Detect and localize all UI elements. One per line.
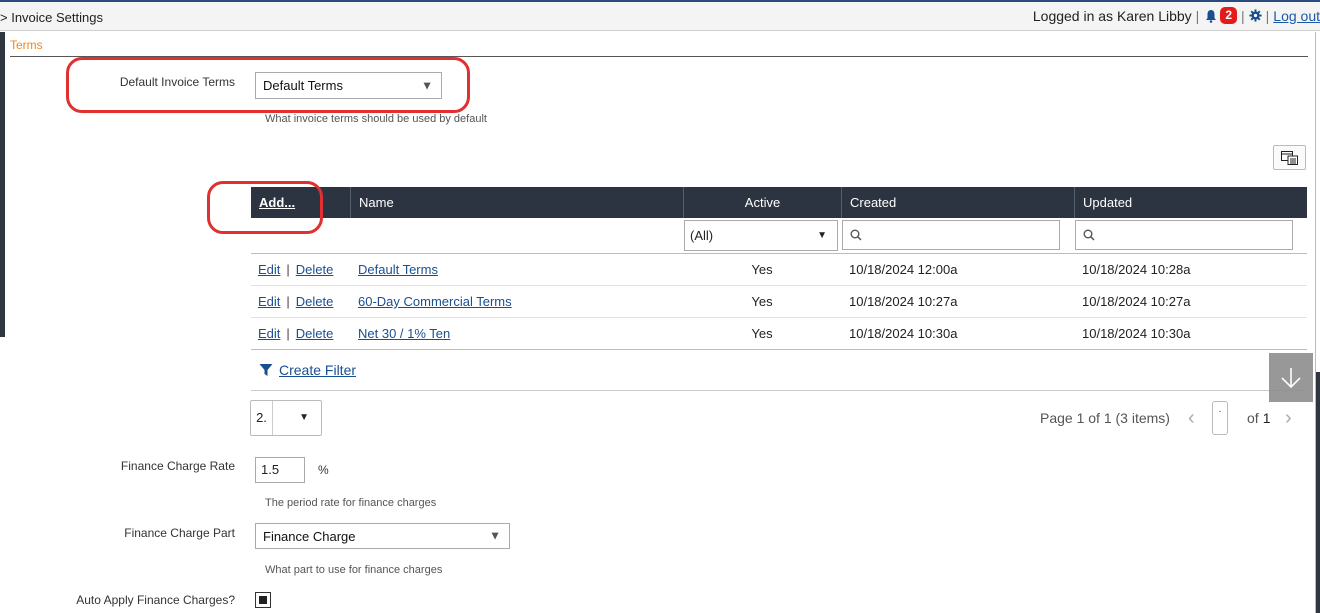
separator: | — [1241, 7, 1245, 24]
row-updated: 10/18/2024 10:30a — [1082, 326, 1191, 341]
table-row: Edit | Delete Net 30 / 1% Ten Yes 10/18/20… — [251, 318, 1307, 350]
logout-link[interactable]: Log out — [1273, 8, 1320, 24]
column-chooser-button[interactable] — [1273, 145, 1306, 170]
row-created: 10/18/2024 10:27a — [849, 294, 958, 309]
delete-link[interactable]: Delete — [296, 294, 334, 309]
grid-filter-row: (All) ▼ — [251, 218, 1307, 254]
row-active: Yes — [751, 326, 773, 341]
logged-in-text: Logged in as Karen Libby — [1032, 7, 1192, 24]
row-name-link[interactable]: Net 30 / 1% Ten — [358, 326, 450, 341]
row-name-link[interactable]: 60-Day Commercial Terms — [358, 294, 512, 309]
finance-rate-hint: The period rate for finance charges — [265, 497, 437, 509]
column-header-created[interactable]: Created — [841, 187, 1074, 218]
scroll-down-button[interactable] — [1269, 353, 1313, 402]
caret-down-icon: ▼ — [817, 230, 827, 241]
column-header-active[interactable]: Active — [683, 187, 841, 218]
page-of-text: of 1 — [1247, 410, 1270, 426]
finance-rate-unit: % — [318, 463, 329, 477]
delete-link[interactable]: Delete — [296, 326, 334, 341]
create-filter-button[interactable]: Create Filter — [259, 362, 356, 378]
separator: | — [286, 262, 290, 277]
row-created: 10/18/2024 10:30a — [849, 326, 958, 341]
page-info: Page 1 of 1 (3 items) — [1040, 410, 1170, 426]
page-size-value: 2. — [251, 401, 273, 435]
prev-page-icon[interactable]: ‹ — [1188, 407, 1195, 430]
created-filter-input[interactable] — [842, 220, 1060, 250]
create-filter-label: Create Filter — [279, 362, 357, 378]
tab-terms[interactable]: Terms — [10, 38, 43, 52]
user-area: Logged in as Karen Libby | 2 | | Log out — [1033, 7, 1320, 24]
row-updated: 10/18/2024 10:28a — [1082, 262, 1191, 277]
checkbox-checked-mark — [259, 596, 267, 604]
auto-apply-label: Auto Apply Finance Charges? — [76, 593, 235, 607]
table-row: Edit | Delete 60-Day Commercial Terms Yes … — [251, 286, 1307, 318]
finance-part-label: Finance Charge Part — [124, 526, 235, 540]
row-created: 10/18/2024 12:00a — [849, 262, 958, 277]
auto-apply-checkbox[interactable] — [255, 592, 271, 608]
gear-icon[interactable] — [1249, 9, 1262, 22]
separator: | — [286, 294, 290, 309]
row-active: Yes — [751, 294, 773, 309]
default-terms-hint: What invoice terms should be used by def… — [265, 113, 487, 125]
finance-part-select[interactable]: Finance Charge ▼ — [255, 523, 510, 549]
delete-link[interactable]: Delete — [296, 262, 334, 277]
row-active: Yes — [751, 262, 773, 277]
column-chooser-icon — [1281, 150, 1298, 165]
separator: | — [1265, 7, 1270, 24]
notification-badge[interactable]: 2 — [1220, 7, 1237, 24]
page-number-input[interactable]: · — [1212, 401, 1228, 435]
table-row: Edit | Delete Default Terms Yes 10/18/2024… — [251, 254, 1307, 286]
breadcrumb: > Invoice Settings — [0, 10, 103, 25]
top-bar: > Invoice Settings Logged in as Karen Li… — [0, 2, 1320, 31]
next-page-icon[interactable]: › — [1285, 407, 1292, 430]
row-name-link[interactable]: Default Terms — [358, 262, 438, 277]
active-filter-select[interactable]: (All) ▼ — [684, 220, 838, 251]
row-updated: 10/18/2024 10:27a — [1082, 294, 1191, 309]
page-scrollbar[interactable] — [1316, 372, 1320, 613]
edit-link[interactable]: Edit — [258, 262, 280, 277]
search-icon — [850, 229, 862, 241]
page-size-select[interactable]: 2. ▼ — [250, 400, 322, 436]
page-of-label: of — [1247, 410, 1259, 426]
dropdown-arrow-icon: ▼ — [489, 528, 501, 543]
grid-header: Add... Name Active Created Updated — [251, 187, 1307, 218]
search-icon — [1083, 229, 1095, 241]
active-filter-value: (All) — [690, 228, 714, 243]
left-edge-bar — [0, 32, 5, 337]
finance-rate-label: Finance Charge Rate — [120, 459, 235, 473]
highlight-annotation — [66, 57, 470, 113]
bell-icon[interactable] — [1205, 9, 1217, 23]
arrow-down-icon — [1281, 367, 1301, 388]
finance-part-value: Finance Charge — [263, 528, 356, 544]
grid-bottom-border — [251, 349, 1307, 350]
column-header-updated[interactable]: Updated — [1074, 187, 1307, 218]
updated-filter-input[interactable] — [1075, 220, 1293, 250]
caret-down-icon: ▼ — [299, 412, 309, 423]
pager-divider — [251, 390, 1307, 391]
page-total: 1 — [1262, 410, 1271, 426]
column-header-name[interactable]: Name — [350, 187, 683, 218]
separator: | — [1195, 7, 1200, 24]
edit-link[interactable]: Edit — [258, 294, 280, 309]
finance-part-hint: What part to use for finance charges — [265, 564, 443, 576]
edit-link[interactable]: Edit — [258, 326, 280, 341]
finance-rate-input[interactable]: 1.5 — [255, 457, 305, 483]
filter-icon — [259, 364, 273, 376]
separator: | — [286, 326, 290, 341]
